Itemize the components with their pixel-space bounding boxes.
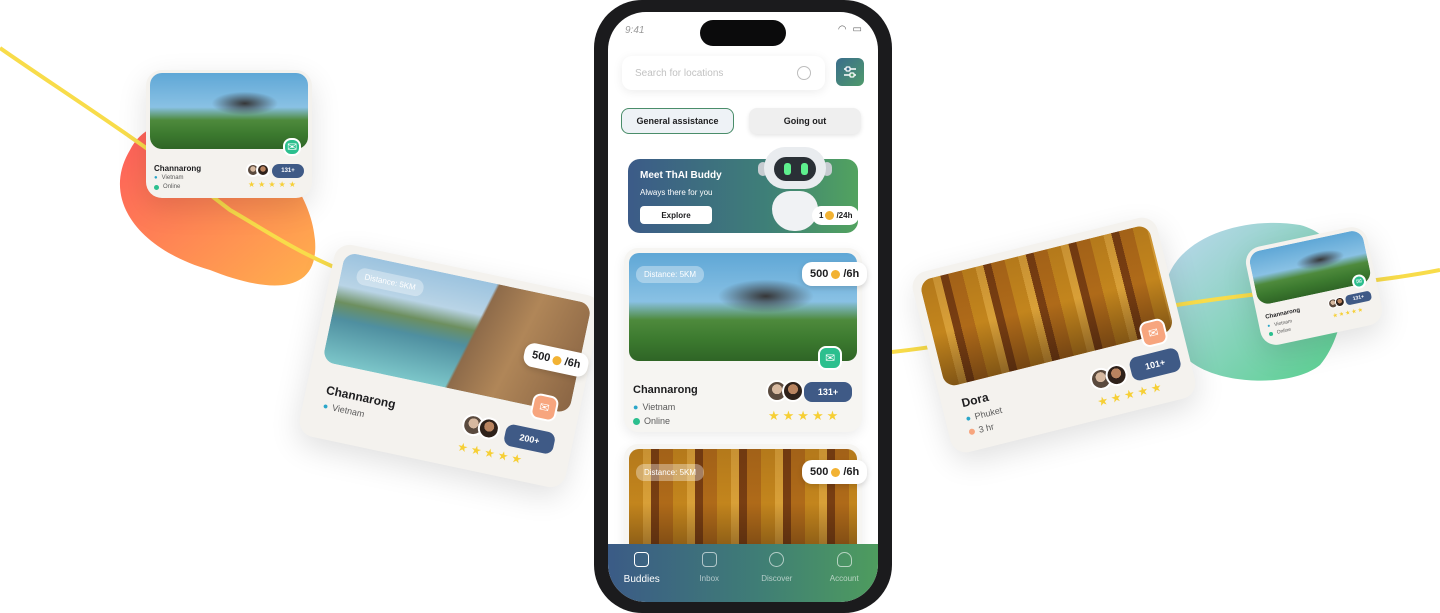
online-dot-icon [1268,331,1274,337]
search-icon[interactable] [797,66,811,80]
buddy-name: Channarong [633,384,698,396]
avatar-group [460,412,502,442]
wifi-icon: ◠ [837,24,847,35]
online-dot-icon [154,184,159,190]
compass-icon [769,552,785,567]
buddy-status: Online [154,184,180,190]
pin-icon: ● [964,412,973,424]
runner-photo [150,73,308,149]
chat-icon[interactable]: ✉ [818,346,842,370]
coin-icon [825,211,835,220]
status-time: 9:41 [625,25,645,36]
buddy-location: ● Vietnam [154,175,184,181]
avatar-group [1327,296,1346,310]
coin-icon [552,354,563,366]
rating-stars: ★★★★★ [1332,307,1365,320]
rating-stars: ★★★★★ [768,408,842,423]
explore-button[interactable]: Explore [640,206,712,224]
pin-icon: ● [1266,323,1272,330]
price-tag: 500 /6h [802,460,868,484]
distance-label: Distance: 5KM [636,464,705,481]
buddy-name: Dora [960,389,991,411]
distance-label: Distance: 5KM [636,266,705,283]
clock-dot-icon [968,428,976,436]
rating-stars: ★★★★★ [248,180,299,189]
filter-button[interactable] [836,58,864,86]
buddy-status: Online [633,416,670,426]
floating-card-top-left[interactable]: ✉ Channarong ● Vietnam Online 131+ ★★★★★ [146,70,312,198]
status-icons: ◠ ▭ [838,24,862,35]
buddy-name: Channarong [154,164,202,173]
buddy-count-badge: 131+ [1344,290,1373,306]
banner-price-tag: 1 /24h [812,206,860,225]
coin-icon [831,467,841,477]
buddy-count-badge: 131+ [272,164,304,178]
nav-discover[interactable]: Discover [747,552,807,583]
pin-icon: ● [154,175,158,181]
buddy-duration: 3 hr [968,421,995,437]
battery-icon: ▭ [852,24,862,35]
search-bar[interactable]: Search for locations [622,56,825,90]
avatar-group [766,380,804,402]
tab-general-assistance[interactable]: General assistance [621,108,734,134]
pin-icon: ● [321,400,330,412]
buddies-icon [634,552,650,567]
buddy-count-badge: 131+ [804,382,852,402]
phone-screen: 9:41 ◠ ▭ Search for locations General as… [608,12,878,602]
tab-going-out[interactable]: Going out [749,108,861,134]
ai-buddy-banner[interactable]: Meet ThAI Buddy Always there for you Exp… [628,147,860,233]
buddy-card[interactable]: Distance: 5KM 500 /6h ✉ Channarong ● Vie… [624,248,868,432]
price-tag: 500 /6h [802,262,868,286]
banner-subtitle: Always there for you [640,188,713,197]
bottom-navigation: Buddies Inbox Discover Account [608,544,878,602]
buddy-count-badge: 101+ [1127,346,1183,383]
user-icon [836,552,852,567]
dynamic-island [700,20,786,46]
nav-buddies[interactable]: Buddies [612,552,672,585]
nav-account[interactable]: Account [814,552,874,583]
online-dot-icon [633,417,640,425]
search-placeholder: Search for locations [635,67,724,79]
avatar-group [246,163,270,177]
inbox-icon [701,552,717,567]
coin-icon [831,269,841,279]
pin-icon: ● [633,402,639,412]
chat-icon[interactable]: ✉ [283,138,301,156]
filter-sliders-icon [844,66,856,78]
banner-title: Meet ThAI Buddy [640,170,722,181]
chat-icon[interactable]: ✉ [529,392,560,423]
buddy-name: Channarong [1264,307,1301,321]
buddy-location: ● Vietnam [633,402,676,412]
nav-inbox[interactable]: Inbox [679,552,739,583]
